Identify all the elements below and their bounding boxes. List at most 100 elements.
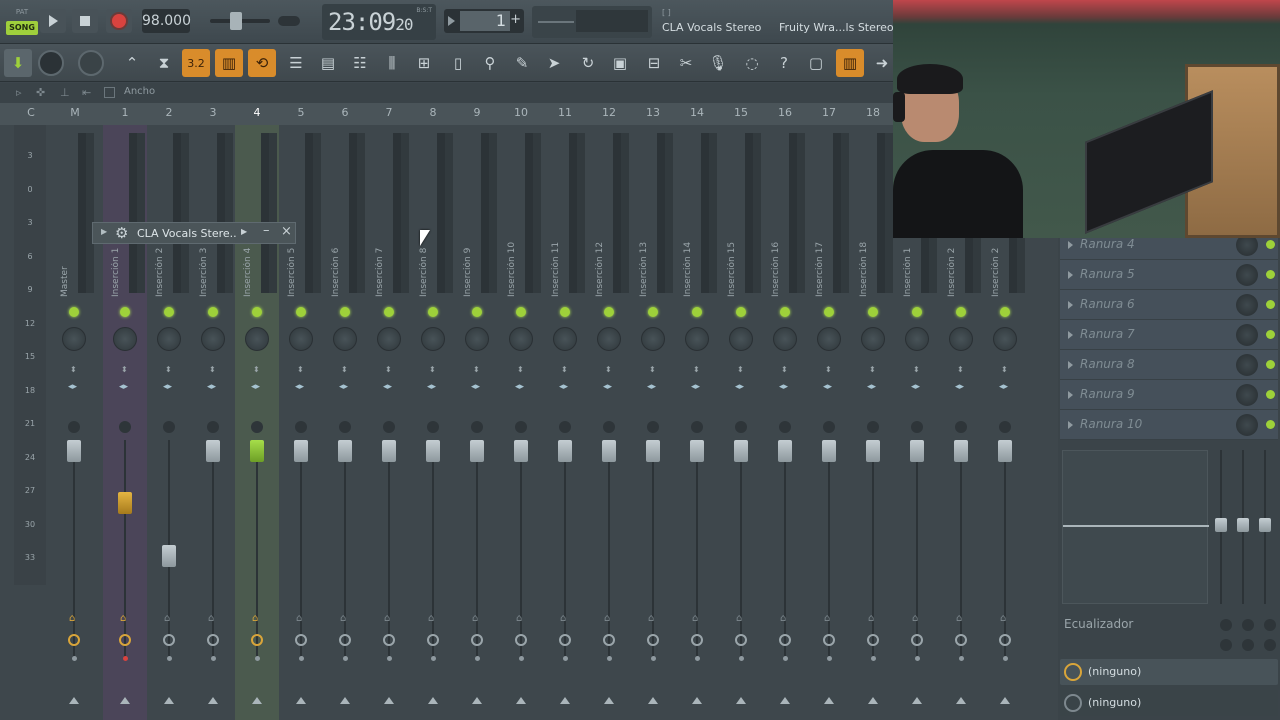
send-clock-icon[interactable]	[779, 634, 791, 646]
eq-knob[interactable]	[1220, 619, 1232, 631]
route-dot[interactable]	[255, 656, 260, 661]
master-pitch-knob[interactable]	[78, 50, 104, 76]
plugin-window-bar[interactable]: ▶ ⚙ CLA Vocals Stere.. ▶ – ×	[92, 222, 296, 244]
stereo-separation-icon[interactable]: ⬍	[649, 365, 656, 374]
save-icon[interactable]: ▣	[606, 49, 634, 77]
mixer-strip[interactable]: Inserción 10 ⬍ ◂▸ ⌂	[499, 125, 543, 720]
window-icon[interactable]: ▢	[802, 49, 830, 77]
route-arrow-icon[interactable]	[868, 697, 878, 704]
download-icon[interactable]: ⬇	[4, 49, 32, 77]
swap-channels-icon[interactable]: ◂▸	[339, 382, 348, 392]
strip-enable-led[interactable]	[824, 307, 834, 317]
stereo-knob[interactable]	[383, 421, 395, 433]
volume-fader-track[interactable]	[828, 440, 830, 660]
volume-fader-track[interactable]	[872, 440, 874, 660]
stereo-knob[interactable]	[691, 421, 703, 433]
mixer-strip[interactable]: Inserción 1 ⬍ ◂▸ ⌂	[103, 125, 147, 720]
add-pattern-button[interactable]: +	[510, 12, 521, 27]
stereo-knob[interactable]	[867, 421, 879, 433]
channel-rack-icon[interactable]: ☷	[346, 49, 374, 77]
route-arrow-icon[interactable]	[560, 697, 570, 704]
volume-fader-handle[interactable]	[382, 440, 396, 462]
strip-enable-led[interactable]	[164, 307, 174, 317]
lock-icon[interactable]: ⌂	[824, 613, 830, 624]
stereo-separation-icon[interactable]: ⬍	[165, 365, 172, 374]
ancho-checkbox[interactable]	[104, 87, 115, 98]
send-clock-icon[interactable]	[251, 634, 263, 646]
send-clock-icon[interactable]	[647, 634, 659, 646]
mixer-strip[interactable]: Inserción 2 ⬍ ◂▸ ⌂	[147, 125, 191, 720]
strip-name[interactable]: Inserción 7	[375, 225, 389, 297]
insert-slot[interactable]: Ranura 7	[1060, 320, 1278, 350]
eq-knob[interactable]	[1220, 639, 1232, 651]
stereo-separation-icon[interactable]: ⬍	[869, 365, 876, 374]
route-arrow-icon[interactable]	[692, 697, 702, 704]
stereo-knob[interactable]	[955, 421, 967, 433]
strip-enable-led[interactable]	[912, 307, 922, 317]
volume-fader-handle[interactable]	[558, 440, 572, 462]
eq-fader-handle[interactable]	[1237, 518, 1249, 532]
volume-fader-track[interactable]	[256, 440, 258, 660]
route-arrow-icon[interactable]	[736, 697, 746, 704]
route-dot[interactable]	[783, 656, 788, 661]
volume-fader-track[interactable]	[696, 440, 698, 660]
strip-enable-led[interactable]	[69, 307, 79, 317]
lock-icon[interactable]: ⌂	[208, 613, 214, 624]
insert-slot[interactable]: Ranura 5	[1060, 260, 1278, 290]
volume-fader-handle[interactable]	[910, 440, 924, 462]
stereo-separation-icon[interactable]: ⬍	[693, 365, 700, 374]
volume-fader-handle[interactable]	[514, 440, 528, 462]
eq-fader-handle[interactable]	[1259, 518, 1271, 532]
swap-channels-icon[interactable]: ◂▸	[515, 382, 524, 392]
volume-fader-handle[interactable]	[602, 440, 616, 462]
slot-enable-led[interactable]	[1266, 300, 1275, 309]
slot-triangle-icon[interactable]	[1068, 301, 1073, 309]
lock-icon[interactable]: ⌂	[956, 613, 962, 624]
pat-label[interactable]: PAT	[6, 6, 38, 19]
volume-fader-handle[interactable]	[250, 440, 264, 462]
eq-knob[interactable]	[1264, 639, 1276, 651]
stereo-knob[interactable]	[68, 421, 80, 433]
pan-knob[interactable]	[201, 327, 225, 351]
wrench-icon[interactable]: ✜	[36, 86, 45, 99]
song-label[interactable]: SONG	[6, 21, 38, 35]
strip-enable-led[interactable]	[428, 307, 438, 317]
pan-knob[interactable]	[773, 327, 797, 351]
send-clock-icon[interactable]	[691, 634, 703, 646]
stereo-knob[interactable]	[647, 421, 659, 433]
volume-fader-handle[interactable]	[470, 440, 484, 462]
stereo-separation-icon[interactable]: ⬍	[737, 365, 744, 374]
route-dot[interactable]	[607, 656, 612, 661]
route-arrow-icon[interactable]	[604, 697, 614, 704]
swap-channels-icon[interactable]: ◂▸	[911, 382, 920, 392]
volume-fader-handle[interactable]	[426, 440, 440, 462]
lock-icon[interactable]: ⌂	[516, 613, 522, 624]
route-arrow-icon[interactable]	[516, 697, 526, 704]
stereo-separation-icon[interactable]: ⬍	[253, 365, 260, 374]
route-arrow-icon[interactable]	[824, 697, 834, 704]
route-dot[interactable]	[343, 656, 348, 661]
slot-triangle-icon[interactable]	[1068, 391, 1073, 399]
volume-fader-handle[interactable]	[734, 440, 748, 462]
route-dot[interactable]	[959, 656, 964, 661]
pan-knob[interactable]	[245, 327, 269, 351]
pan-knob[interactable]	[861, 327, 885, 351]
collapse-triangle-icon[interactable]: ▶	[101, 227, 107, 236]
volume-fader-handle[interactable]	[118, 492, 132, 514]
pencil-icon[interactable]: ✎	[508, 49, 536, 77]
stereo-separation-icon[interactable]: ⬍	[913, 365, 920, 374]
stereo-separation-icon[interactable]: ⬍	[517, 365, 524, 374]
output-routing[interactable]: (ninguno)	[1060, 690, 1278, 716]
send-clock-icon[interactable]	[295, 634, 307, 646]
swap-channels-icon[interactable]: ◂▸	[867, 382, 876, 392]
pan-knob[interactable]	[465, 327, 489, 351]
volume-fader-handle[interactable]	[206, 440, 220, 462]
volume-fader-track[interactable]	[212, 440, 214, 660]
input-routing[interactable]: (ninguno)	[1060, 659, 1278, 685]
stereo-separation-icon[interactable]: ⬍	[385, 365, 392, 374]
send-clock-icon[interactable]	[383, 634, 395, 646]
route-arrow-icon[interactable]	[384, 697, 394, 704]
strip-name[interactable]: Inserción 12	[595, 225, 609, 297]
strip-name[interactable]: Inserción 16	[771, 225, 785, 297]
volume-fader-track[interactable]	[740, 440, 742, 660]
